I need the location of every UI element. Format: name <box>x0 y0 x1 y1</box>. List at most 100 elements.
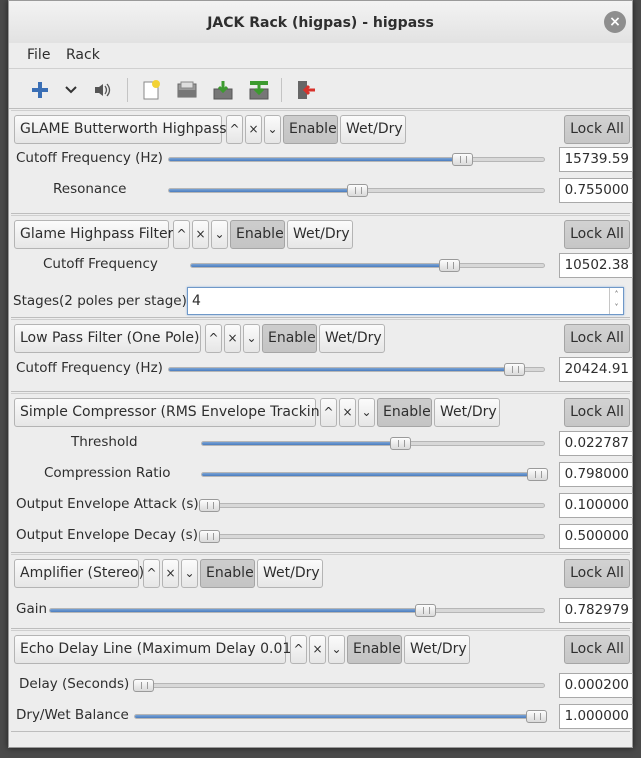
param-value-field[interactable]: 1.000000 <box>559 704 633 729</box>
param-slider[interactable] <box>168 184 545 197</box>
move-down-button[interactable]: ⌄ <box>181 559 198 588</box>
move-up-button[interactable]: ^ <box>143 559 160 588</box>
plugin-panel: Echo Delay Line (Maximum Delay 0.01s) ^ × ⌄… <box>11 630 633 732</box>
spin-down-icon[interactable]: ˅ <box>610 301 623 314</box>
close-icon[interactable]: × <box>604 11 626 33</box>
toolbar <box>9 70 632 109</box>
move-down-button[interactable]: ⌄ <box>211 220 228 249</box>
param-slider[interactable] <box>201 437 545 450</box>
param-slider[interactable] <box>198 499 545 512</box>
param-value-field[interactable]: 15739.59 <box>559 147 633 172</box>
slider-fill <box>135 715 544 718</box>
enable-toggle[interactable]: Enable <box>347 635 402 664</box>
move-up-button[interactable]: ^ <box>173 220 190 249</box>
wet-dry-toggle[interactable]: Wet/Dry <box>319 324 385 353</box>
remove-plugin-button[interactable]: × <box>224 324 241 353</box>
remove-plugin-button[interactable]: × <box>245 115 262 144</box>
wet-dry-toggle[interactable]: Wet/Dry <box>434 398 500 427</box>
slider-handle[interactable] <box>198 499 220 512</box>
stages-spin-input[interactable]: 4 ˄ ˅ <box>187 287 624 315</box>
param-value-field[interactable]: 0.022787 <box>559 431 633 456</box>
slider-handle[interactable] <box>504 363 525 376</box>
slider-fill <box>202 473 541 476</box>
slider-fill <box>202 442 401 445</box>
quit-icon[interactable] <box>293 77 319 103</box>
wet-dry-toggle[interactable]: Wet/Dry <box>257 559 323 588</box>
move-up-button[interactable]: ^ <box>205 324 222 353</box>
lock-all-toggle[interactable]: Lock All <box>564 115 630 144</box>
menu-file[interactable]: File <box>27 47 50 63</box>
plugin-name-button[interactable]: Glame Highpass Filter <box>14 220 173 249</box>
param-slider[interactable] <box>168 153 545 166</box>
param-slider[interactable] <box>49 604 545 617</box>
param-value-field[interactable]: 0.500000 <box>559 524 633 549</box>
slider-handle[interactable] <box>451 153 473 166</box>
param-value-field[interactable]: 0.755000 <box>559 178 633 203</box>
param-value-field[interactable]: 0.798000 <box>559 462 633 487</box>
plugin-name-button[interactable]: Echo Delay Line (Maximum Delay 0.01s) <box>14 635 304 664</box>
param-slider[interactable] <box>134 710 547 723</box>
add-plugin-icon[interactable] <box>27 77 53 103</box>
enable-toggle[interactable]: Enable <box>230 220 285 249</box>
spin-buttons[interactable]: ˄ ˅ <box>609 288 623 314</box>
save-icon[interactable] <box>210 77 236 103</box>
param-label: Output Envelope Attack (s) <box>16 496 199 512</box>
slider-handle[interactable] <box>527 468 549 481</box>
slider-handle[interactable] <box>198 530 220 543</box>
param-slider[interactable] <box>168 363 545 376</box>
move-down-button[interactable]: ⌄ <box>264 115 281 144</box>
plugin-name-button[interactable]: GLAME Butterworth Highpass <box>14 115 227 144</box>
open-file-icon[interactable] <box>174 77 200 103</box>
move-up-button[interactable]: ^ <box>290 635 307 664</box>
title-bar[interactable]: JACK Rack (higpas) - higpass × <box>9 1 632 43</box>
lock-all-toggle[interactable]: Lock All <box>564 635 630 664</box>
plugin-name-button[interactable]: Simple Compressor (RMS Envelope Tracking… <box>14 398 334 427</box>
remove-plugin-button[interactable]: × <box>162 559 179 588</box>
remove-plugin-button[interactable]: × <box>309 635 326 664</box>
param-value-field[interactable]: 0.100000 <box>559 493 633 518</box>
menu-bar: File Rack <box>9 43 632 69</box>
slider-handle[interactable] <box>415 604 437 617</box>
plugin-name-button[interactable]: Low Pass Filter (One Pole) <box>14 324 201 353</box>
plugin-name-button[interactable]: Amplifier (Stereo) <box>14 559 144 588</box>
param-value-field[interactable]: 0.000200 <box>559 673 633 698</box>
param-value-field[interactable]: 10502.38 <box>559 253 633 278</box>
speaker-icon[interactable] <box>90 77 116 103</box>
enable-toggle[interactable]: Enable <box>377 398 432 427</box>
enable-toggle[interactable]: Enable <box>262 324 317 353</box>
new-rack-icon[interactable] <box>138 77 164 103</box>
enable-toggle[interactable]: Enable <box>283 115 338 144</box>
remove-plugin-button[interactable]: × <box>339 398 356 427</box>
param-slider[interactable] <box>190 259 545 272</box>
slider-handle[interactable] <box>346 184 368 197</box>
param-slider[interactable] <box>201 468 549 481</box>
save-as-icon[interactable] <box>246 77 272 103</box>
lock-all-toggle[interactable]: Lock All <box>564 398 630 427</box>
menu-rack[interactable]: Rack <box>66 47 100 63</box>
param-value-field[interactable]: 0.782979 <box>559 598 633 623</box>
param-value-field[interactable]: 20424.91 <box>559 357 633 382</box>
param-slider[interactable] <box>198 530 545 543</box>
move-down-button[interactable]: ⌄ <box>243 324 260 353</box>
slider-handle[interactable] <box>133 679 155 692</box>
wet-dry-toggle[interactable]: Wet/Dry <box>287 220 353 249</box>
remove-plugin-button[interactable]: × <box>192 220 209 249</box>
enable-toggle[interactable]: Enable <box>200 559 255 588</box>
param-label: Dry/Wet Balance <box>16 707 129 723</box>
lock-all-toggle[interactable]: Lock All <box>564 220 630 249</box>
slider-handle[interactable] <box>438 259 460 272</box>
move-down-button[interactable]: ⌄ <box>358 398 375 427</box>
lock-all-toggle[interactable]: Lock All <box>564 559 630 588</box>
move-up-button[interactable]: ^ <box>226 115 243 144</box>
param-label: Compression Ratio <box>44 465 171 481</box>
spin-up-icon[interactable]: ˄ <box>610 288 623 301</box>
param-slider[interactable] <box>133 679 545 692</box>
slider-handle[interactable] <box>525 710 547 723</box>
wet-dry-toggle[interactable]: Wet/Dry <box>340 115 406 144</box>
lock-all-toggle[interactable]: Lock All <box>564 324 630 353</box>
move-up-button[interactable]: ^ <box>320 398 337 427</box>
move-down-button[interactable]: ⌄ <box>328 635 345 664</box>
dropdown-arrow-icon[interactable] <box>58 77 84 103</box>
slider-handle[interactable] <box>390 437 412 450</box>
wet-dry-toggle[interactable]: Wet/Dry <box>404 635 470 664</box>
